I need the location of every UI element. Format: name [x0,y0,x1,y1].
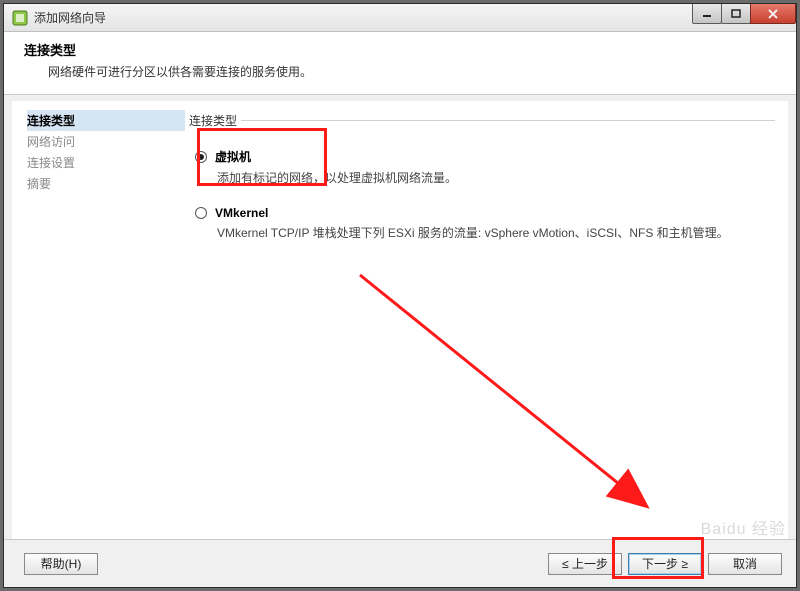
button-label: 取消 [733,555,757,572]
cancel-button[interactable]: 取消 [708,553,782,575]
button-label: ≤ 上一步 [562,555,608,572]
window-title: 添加网络向导 [34,9,106,26]
wizard-content: 连接类型 虚拟机 添加有标记的网络，以处理虚拟机网络流量。 VMkernel V… [185,102,787,538]
maximize-button[interactable] [721,4,751,24]
page-description: 网络硬件可进行分区以供各需要连接的服务使用。 [48,63,776,80]
wizard-header: 连接类型 网络硬件可进行分区以供各需要连接的服务使用。 [4,32,796,95]
step-label: 摘要 [27,177,51,191]
wizard-window: 添加网络向导 连接类型 网络硬件可进行分区以供各需要连接的服务使用。 连接类型 … [3,3,797,588]
step-connection-type[interactable]: 连接类型 [27,110,185,131]
fieldset-legend: 连接类型 [185,114,241,128]
radio-vm[interactable] [195,151,207,163]
radio-vmkernel[interactable] [195,207,207,219]
step-label: 连接设置 [27,156,75,170]
wizard-body: 连接类型 网络访问 连接设置 摘要 连接类型 虚拟机 添加有标记的网络，以处理虚… [12,101,788,539]
option-vm-description: 添加有标记的网络，以处理虚拟机网络流量。 [217,169,775,186]
help-button[interactable]: 帮助(H) [24,553,98,575]
option-vmkernel[interactable]: VMkernel VMkernel TCP/IP 堆栈处理下列 ESXi 服务的… [185,196,775,241]
window-controls [693,4,796,24]
step-network-access[interactable]: 网络访问 [27,131,185,152]
minimize-button[interactable] [692,4,722,24]
back-button[interactable]: ≤ 上一步 [548,553,622,575]
wizard-buttons: 帮助(H) ≤ 上一步 下一步 ≥ 取消 [4,539,796,587]
titlebar[interactable]: 添加网络向导 [4,4,796,32]
option-vm[interactable]: 虚拟机 添加有标记的网络，以处理虚拟机网络流量。 [185,138,775,186]
button-label: 下一步 ≥ [642,555,688,572]
wizard-steps: 连接类型 网络访问 连接设置 摘要 [13,102,185,538]
step-summary[interactable]: 摘要 [27,173,185,194]
option-vmkernel-label: VMkernel [215,206,268,220]
step-label: 连接类型 [27,114,75,128]
close-button[interactable] [750,4,796,24]
option-vmkernel-description: VMkernel TCP/IP 堆栈处理下列 ESXi 服务的流量: vSphe… [217,224,775,241]
next-button[interactable]: 下一步 ≥ [628,553,702,575]
step-label: 网络访问 [27,135,75,149]
step-connection-settings[interactable]: 连接设置 [27,152,185,173]
page-title: 连接类型 [24,40,776,59]
button-label: 帮助(H) [41,555,82,572]
app-icon [12,10,28,26]
option-vm-label: 虚拟机 [215,148,251,165]
connection-type-fieldset: 连接类型 虚拟机 添加有标记的网络，以处理虚拟机网络流量。 VMkernel V… [185,120,775,241]
